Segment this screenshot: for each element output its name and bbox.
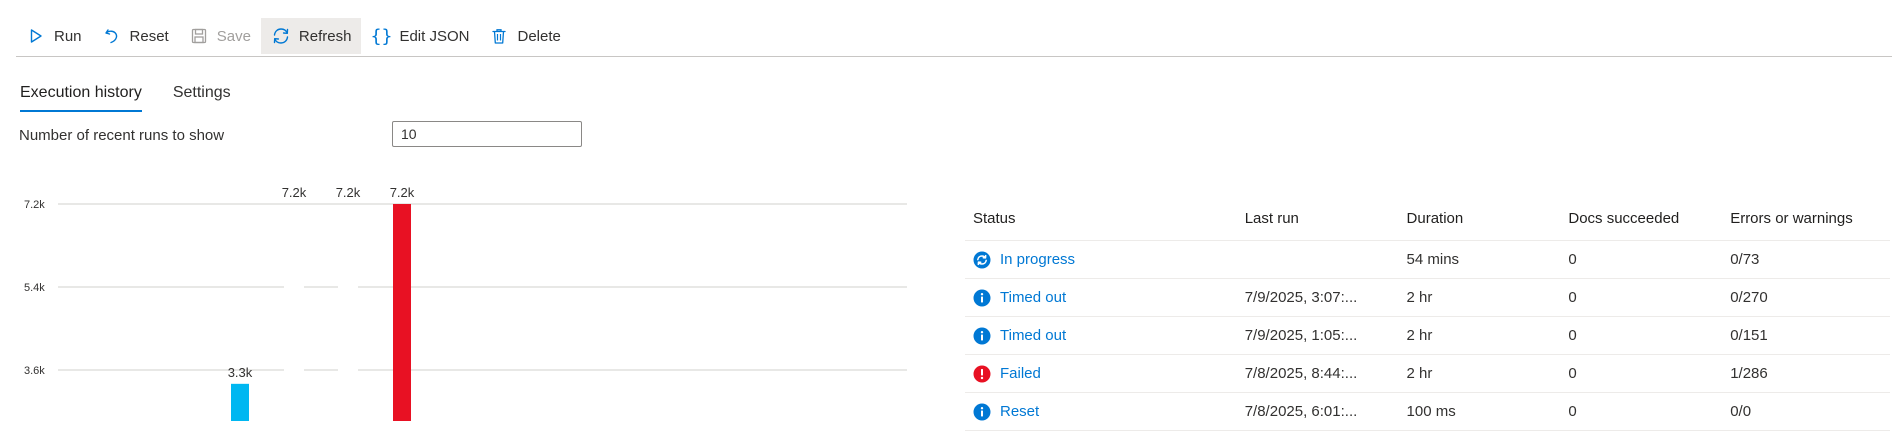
column-header-docs-succeeded[interactable]: Docs succeeded: [1568, 210, 1730, 227]
last-run-cell: 7/8/2025, 6:01:...: [1244, 403, 1358, 420]
duration-cell: 54 mins: [1406, 251, 1460, 268]
bar-data-label: 7.2k: [282, 185, 307, 200]
duration-cell: 100 ms: [1406, 403, 1456, 420]
bar-data-label: 7.2k: [390, 185, 415, 200]
column-header-duration[interactable]: Duration: [1407, 210, 1569, 227]
run-label: Run: [54, 27, 82, 45]
execution-history-table: Status Last run Duration Docs succeeded …: [965, 196, 1890, 431]
tab-list: Execution history Settings: [20, 84, 262, 112]
errors-cell: 1/286: [1730, 365, 1768, 382]
status-cell: In progress: [965, 251, 1245, 269]
y-tick-label: 7.2k: [24, 199, 45, 211]
table-row[interactable]: Timed out 7/9/2025, 3:07:... 2 hr 0 0/270: [965, 279, 1890, 317]
status-link[interactable]: Reset: [1000, 403, 1039, 420]
status-cell: Timed out: [965, 289, 1245, 307]
command-bar: Run Reset Save Refresh {} Edit JSON Dele…: [16, 18, 571, 54]
duration-cell: 2 hr: [1406, 327, 1433, 344]
sync-icon: [973, 251, 991, 269]
column-header-last-run[interactable]: Last run: [1245, 210, 1407, 227]
save-button[interactable]: Save: [179, 18, 261, 54]
duration-cell: 2 hr: [1406, 289, 1433, 306]
undo-icon: [102, 26, 122, 46]
column-header-status[interactable]: Status: [965, 210, 1245, 227]
status-cell: Timed out: [965, 327, 1245, 345]
reset-label: Reset: [129, 27, 169, 45]
reset-button[interactable]: Reset: [92, 18, 179, 54]
last-run-cell: 7/8/2025, 8:44:...: [1244, 365, 1358, 382]
bar-gap: [338, 286, 358, 289]
errors-cell: 0/0: [1730, 403, 1752, 420]
table-row[interactable]: Timed out 7/9/2025, 1:05:... 2 hr 0 0/151: [965, 317, 1890, 355]
duration-cell: 2 hr: [1406, 365, 1433, 382]
status-cell: Failed: [965, 365, 1245, 383]
table-row[interactable]: In progress 54 mins 0 0/73: [965, 241, 1890, 279]
error-icon: [973, 365, 991, 383]
status-cell: Reset: [965, 403, 1245, 421]
errors-cell: 0/73: [1730, 251, 1760, 268]
status-link[interactable]: Failed: [1000, 365, 1041, 382]
table-row[interactable]: Reset 7/8/2025, 6:01:... 100 ms 0 0/0: [965, 393, 1890, 431]
tab-execution-history[interactable]: Execution history: [20, 84, 142, 112]
docs-succeeded-cell: 0: [1568, 327, 1577, 344]
info-icon: [973, 289, 991, 307]
refresh-icon: [271, 26, 291, 46]
save-icon: [189, 26, 209, 46]
chart-bar: [393, 204, 411, 421]
bar-gap: [284, 369, 304, 372]
save-label: Save: [216, 27, 251, 45]
bar-gap: [338, 369, 358, 372]
delete-button[interactable]: Delete: [479, 18, 570, 54]
tab-settings[interactable]: Settings: [173, 84, 231, 112]
edit-json-label: Edit JSON: [399, 27, 470, 45]
bar-gap: [284, 286, 304, 289]
execution-chart: 7.2k 5.4k 3.6k 3.3k 7.2k 7.2k 7.2k: [24, 185, 907, 421]
chart-bar: [231, 383, 249, 421]
info-icon: [973, 403, 991, 421]
docs-succeeded-cell: 0: [1568, 251, 1577, 268]
refresh-label: Refresh: [298, 27, 352, 45]
runs-count-label: Number of recent runs to show: [19, 127, 225, 144]
table-row[interactable]: Failed 7/8/2025, 8:44:... 2 hr 0 1/286: [965, 355, 1890, 393]
toolbar-divider: [16, 56, 1892, 57]
run-button[interactable]: Run: [16, 18, 92, 54]
docs-succeeded-cell: 0: [1568, 289, 1577, 306]
column-header-errors[interactable]: Errors or warnings: [1730, 210, 1890, 227]
bar-data-label: 3.3k: [228, 365, 253, 380]
code-braces-icon: {}: [370, 25, 393, 47]
refresh-button[interactable]: Refresh: [260, 18, 362, 54]
errors-cell: 0/270: [1730, 289, 1768, 306]
y-tick-label: 5.4k: [24, 282, 45, 294]
runs-count-input[interactable]: [392, 121, 582, 147]
info-icon: [973, 327, 991, 345]
docs-succeeded-cell: 0: [1568, 365, 1577, 382]
errors-cell: 0/151: [1730, 327, 1768, 344]
edit-json-button[interactable]: {} Edit JSON: [361, 18, 479, 54]
play-icon: [26, 26, 46, 46]
delete-label: Delete: [517, 27, 561, 45]
table-header: Status Last run Duration Docs succeeded …: [965, 196, 1890, 241]
trash-icon: [489, 26, 509, 46]
y-tick-label: 3.6k: [24, 365, 45, 377]
last-run-cell: 7/9/2025, 1:05:...: [1244, 327, 1358, 344]
table-body: In progress 54 mins 0 0/73 Timed out 7/9/2025…: [965, 241, 1890, 431]
last-run-cell: 7/9/2025, 3:07:...: [1244, 289, 1358, 306]
bar-data-label: 7.2k: [336, 185, 361, 200]
status-link[interactable]: In progress: [1000, 251, 1075, 268]
status-link[interactable]: Timed out: [1000, 327, 1066, 344]
status-link[interactable]: Timed out: [1000, 289, 1066, 306]
docs-succeeded-cell: 0: [1568, 403, 1577, 420]
